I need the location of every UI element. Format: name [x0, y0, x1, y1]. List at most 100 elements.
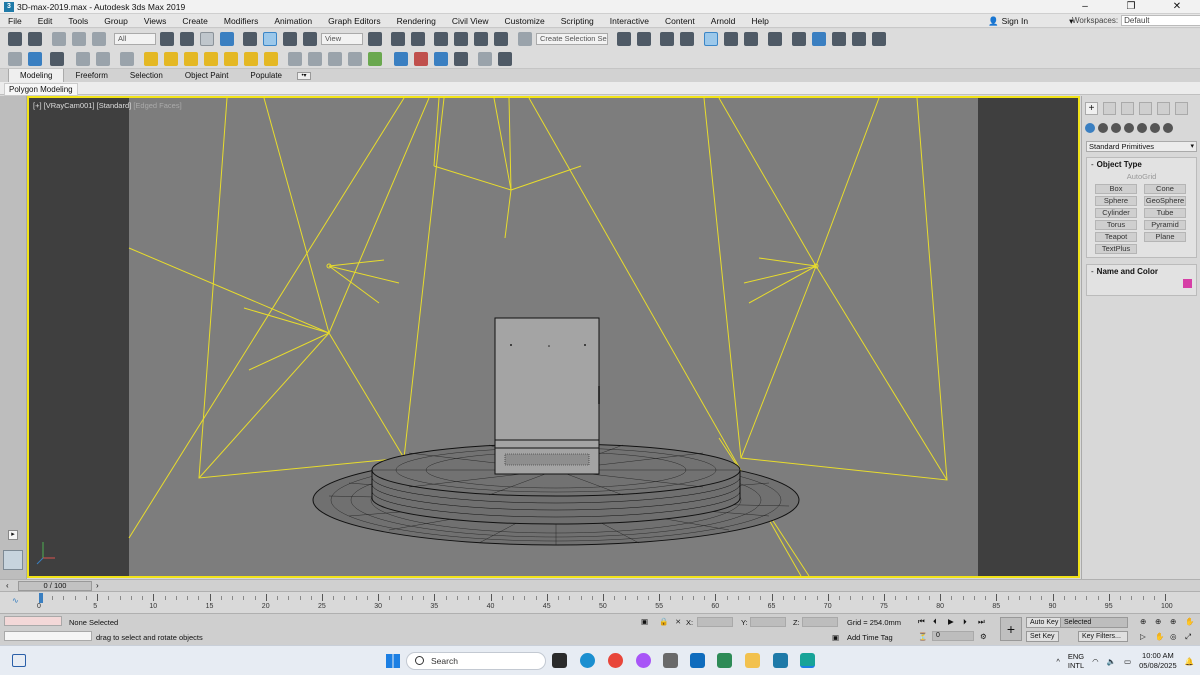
- render-iterative-icon[interactable]: [852, 32, 866, 46]
- schematic-view-icon[interactable]: [744, 32, 758, 46]
- menu-file[interactable]: File: [0, 14, 30, 28]
- language-indicator[interactable]: ENG INTL: [1068, 652, 1084, 670]
- y-coordinate-field[interactable]: [750, 617, 786, 627]
- pivot-center-icon[interactable]: [368, 32, 382, 46]
- viewport-view-menu[interactable]: [+]: [33, 101, 42, 110]
- motion-tab-icon[interactable]: [1139, 102, 1152, 115]
- bend-modifier-icon[interactable]: [308, 52, 322, 66]
- menu-modifiers[interactable]: Modifiers: [216, 14, 266, 28]
- sphere-button[interactable]: Sphere: [1095, 196, 1137, 206]
- lights-icon[interactable]: [1111, 123, 1121, 133]
- clock[interactable]: 10:00 AM 05/08/2025: [1139, 651, 1177, 671]
- modifier-icon[interactable]: [288, 52, 302, 66]
- current-frame-marker[interactable]: [39, 593, 43, 603]
- shapes-icon[interactable]: [1098, 123, 1108, 133]
- orbit-icon[interactable]: [8, 52, 22, 66]
- object-type-header[interactable]: - Object Type: [1087, 158, 1196, 171]
- zoom-extents-icon[interactable]: ⊕: [1140, 617, 1146, 626]
- chrome-icon[interactable]: [608, 653, 623, 668]
- spinner-snap-icon[interactable]: [494, 32, 508, 46]
- start-icon[interactable]: [386, 654, 400, 668]
- selection-lock-icon[interactable]: 🔒: [659, 617, 668, 626]
- viewport-camera-menu[interactable]: [VRayCam001]: [44, 101, 95, 110]
- edit-named-selection-icon[interactable]: [518, 32, 532, 46]
- photos-icon[interactable]: [717, 653, 732, 668]
- paint-selection-icon[interactable]: [120, 52, 134, 66]
- rectangular-selection-icon[interactable]: [200, 32, 214, 46]
- volume-icon[interactable]: 🔈: [1107, 657, 1116, 666]
- select-and-place-icon[interactable]: [303, 32, 317, 46]
- task-view-icon[interactable]: [552, 653, 567, 668]
- box-icon[interactable]: [144, 52, 158, 66]
- render-setup-icon[interactable]: [792, 32, 806, 46]
- geosphere-button[interactable]: GeoSphere: [1144, 196, 1186, 206]
- copilot-icon[interactable]: [636, 653, 651, 668]
- menu-animation[interactable]: Animation: [266, 14, 320, 28]
- curve-editor-icon[interactable]: [724, 32, 738, 46]
- pan-icon[interactable]: ✋: [1185, 617, 1194, 626]
- minimize-button[interactable]: –: [1062, 0, 1108, 14]
- selection-filter-dropdown[interactable]: All: [114, 33, 156, 45]
- menu-graph-editors[interactable]: Graph Editors: [320, 14, 388, 28]
- active-shade-icon[interactable]: [28, 52, 42, 66]
- wifi-icon[interactable]: ◠: [1092, 657, 1099, 666]
- 3ds-max-active-icon[interactable]: [800, 653, 815, 668]
- isolate-selection-icon[interactable]: ▣: [641, 617, 648, 626]
- cone-icon[interactable]: [224, 52, 238, 66]
- sphere-icon[interactable]: [184, 52, 198, 66]
- menu-tools[interactable]: Tools: [60, 14, 96, 28]
- select-and-rotate-icon[interactable]: [263, 32, 277, 46]
- viewport-label[interactable]: [+] [VRayCam001] [Standard] [Edged Faces…: [33, 101, 182, 110]
- track-bar[interactable]: ∿ 0 5 10 15 20 25 30 35 40 45 50 55 60 65 70 75 80 85 90 95…: [0, 591, 1200, 613]
- modify-tab-icon[interactable]: [1103, 102, 1116, 115]
- play-icon[interactable]: ▶: [948, 617, 954, 626]
- add-time-tag[interactable]: Add Time Tag: [847, 633, 893, 642]
- render-production-icon[interactable]: [832, 32, 846, 46]
- menu-content[interactable]: Content: [657, 14, 703, 28]
- hierarchy-tab-icon[interactable]: [1121, 102, 1134, 115]
- orbit-camera-icon[interactable]: ✋: [1155, 632, 1164, 641]
- file-explorer-icon[interactable]: [745, 653, 760, 668]
- goto-start-icon[interactable]: ⏮: [918, 617, 925, 627]
- viewport-shading-menu[interactable]: [Standard]: [97, 101, 132, 110]
- menu-rendering[interactable]: Rendering: [389, 14, 444, 28]
- shell-modifier-icon[interactable]: [348, 52, 362, 66]
- percent-snap-icon[interactable]: [474, 32, 488, 46]
- close-button[interactable]: ✕: [1154, 0, 1200, 14]
- tab-populate[interactable]: Populate: [239, 69, 293, 82]
- select-object-icon[interactable]: [160, 32, 174, 46]
- key-filters-button[interactable]: Key Filters...: [1078, 631, 1128, 642]
- menu-create[interactable]: Create: [174, 14, 216, 28]
- auto-key-button[interactable]: Auto Key: [1026, 617, 1063, 628]
- rendered-frame-window-icon[interactable]: [812, 32, 826, 46]
- plane-icon[interactable]: [264, 52, 278, 66]
- menu-edit[interactable]: Edit: [30, 14, 61, 28]
- utilities-tab-icon[interactable]: [1175, 102, 1188, 115]
- name-and-color-header[interactable]: - Name and Color: [1087, 265, 1196, 278]
- object-color-swatch[interactable]: [1183, 279, 1192, 288]
- tab-selection[interactable]: Selection: [119, 69, 174, 82]
- unlink-icon[interactable]: [72, 32, 86, 46]
- ribbon-options-icon[interactable]: •▾: [297, 71, 312, 80]
- select-manipulate-icon[interactable]: [391, 32, 405, 46]
- set-keys-icon[interactable]: +: [1000, 617, 1022, 641]
- workspace-select[interactable]: Default: [1121, 15, 1200, 26]
- reference-coordinate-dropdown[interactable]: View: [321, 33, 363, 45]
- vray-help-icon[interactable]: [498, 52, 512, 66]
- create-tab-icon[interactable]: +: [1085, 102, 1098, 115]
- menu-civil-view[interactable]: Civil View: [444, 14, 497, 28]
- battery-icon[interactable]: ▭: [1124, 657, 1131, 666]
- link-icon[interactable]: [52, 32, 66, 46]
- space-warps-icon[interactable]: [1150, 123, 1160, 133]
- time-slider-next-icon[interactable]: ›: [96, 581, 99, 590]
- select-and-scale-icon[interactable]: [283, 32, 297, 46]
- menu-scripting[interactable]: Scripting: [553, 14, 602, 28]
- menu-customize[interactable]: Customize: [497, 14, 553, 28]
- camera-viewport[interactable]: [+] [VRayCam001] [Standard] [Edged Faces…: [27, 96, 1080, 578]
- autogrid-checkbox[interactable]: AutoGrid: [1087, 172, 1196, 181]
- zoom-all-icon[interactable]: ⊕: [1155, 617, 1161, 626]
- expand-arrow-icon[interactable]: ▸: [8, 530, 18, 540]
- named-selection-set-dropdown[interactable]: Create Selection Se: [536, 33, 608, 45]
- x-coordinate-field[interactable]: [697, 617, 733, 627]
- prev-frame-icon[interactable]: ⏴: [933, 617, 937, 627]
